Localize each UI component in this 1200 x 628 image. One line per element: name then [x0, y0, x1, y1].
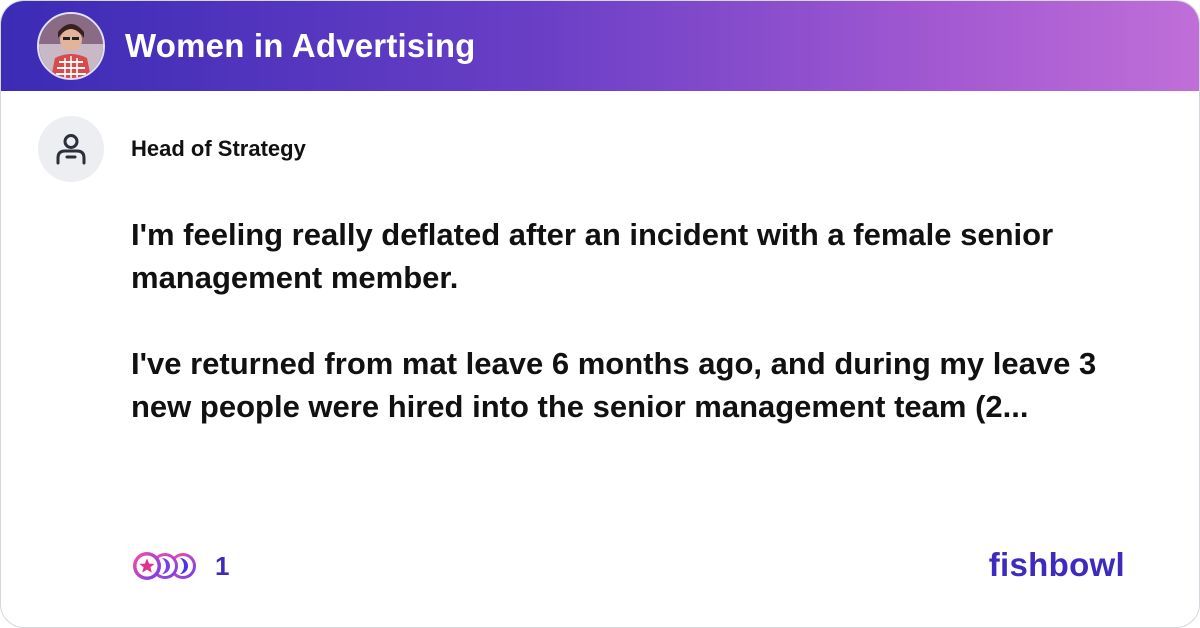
reaction-icons	[133, 552, 196, 580]
group-photo-icon	[39, 14, 103, 78]
author-row: Head of Strategy	[38, 116, 306, 182]
post-paragraph: I'm feeling really deflated after an inc…	[131, 217, 1054, 295]
fishbowl-logo[interactable]: fishbowl	[989, 546, 1125, 584]
reactions-summary[interactable]: 1	[131, 550, 229, 582]
group-header: Women in Advertising	[1, 1, 1199, 91]
group-name[interactable]: Women in Advertising	[125, 27, 476, 65]
star-reaction-icon	[133, 552, 161, 580]
reaction-count: 1	[215, 550, 230, 581]
author-title: Head of Strategy	[131, 136, 306, 161]
post-card[interactable]: Women in Advertising Head of Strategy I'…	[0, 0, 1200, 628]
author-avatar	[38, 116, 104, 182]
anonymous-user-icon	[56, 134, 86, 165]
post-body[interactable]: I'm feeling really deflated after an inc…	[131, 213, 1161, 471]
group-avatar[interactable]	[37, 12, 105, 80]
post-paragraph: I've returned from mat leave 6 months ag…	[131, 346, 1097, 424]
